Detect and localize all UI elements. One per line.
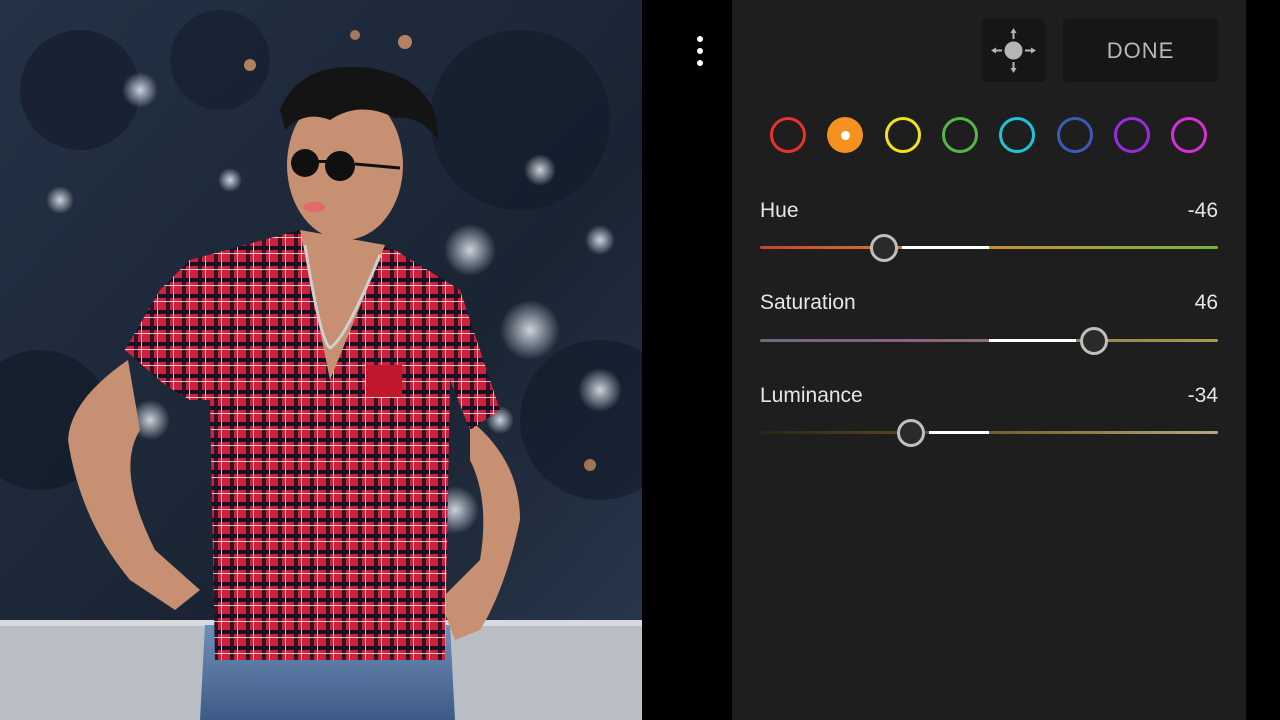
swatch-orange[interactable]	[827, 117, 863, 153]
luminance-slider-handle[interactable]	[897, 419, 926, 447]
done-button[interactable]: DONE	[1063, 19, 1218, 82]
photo-preview-image	[0, 0, 642, 720]
luminance-value: -34	[1187, 384, 1218, 407]
luminance-label: Luminance	[760, 384, 863, 407]
swatch-aqua[interactable]	[999, 117, 1035, 153]
color-mix-panel	[732, 0, 1246, 720]
saturation-value: 46	[1194, 291, 1218, 314]
luminance-fill	[929, 431, 989, 434]
luminance-track[interactable]	[760, 431, 1218, 434]
hue-track[interactable]	[760, 246, 1218, 249]
hue-fill	[901, 246, 989, 249]
right-edge-strip	[1246, 0, 1280, 720]
target-adjust-button[interactable]	[982, 19, 1045, 82]
menu-strip	[642, 0, 732, 720]
photo-preview	[0, 0, 642, 720]
saturation-fill	[989, 339, 1077, 342]
swatch-green[interactable]	[942, 117, 978, 153]
swatch-blue[interactable]	[1057, 117, 1093, 153]
swatch-red[interactable]	[770, 117, 806, 153]
hue-value: -46	[1187, 199, 1218, 222]
swatch-yellow[interactable]	[885, 117, 921, 153]
hue-slider-handle[interactable]	[869, 234, 898, 262]
target-adjust-icon	[991, 28, 1036, 73]
saturation-label: Saturation	[760, 291, 856, 314]
selected-dot-icon	[840, 130, 850, 140]
more-vertical-icon[interactable]	[696, 36, 704, 66]
hue-label: Hue	[760, 199, 799, 222]
swatch-purple[interactable]	[1114, 117, 1150, 153]
swatch-magenta[interactable]	[1171, 117, 1207, 153]
